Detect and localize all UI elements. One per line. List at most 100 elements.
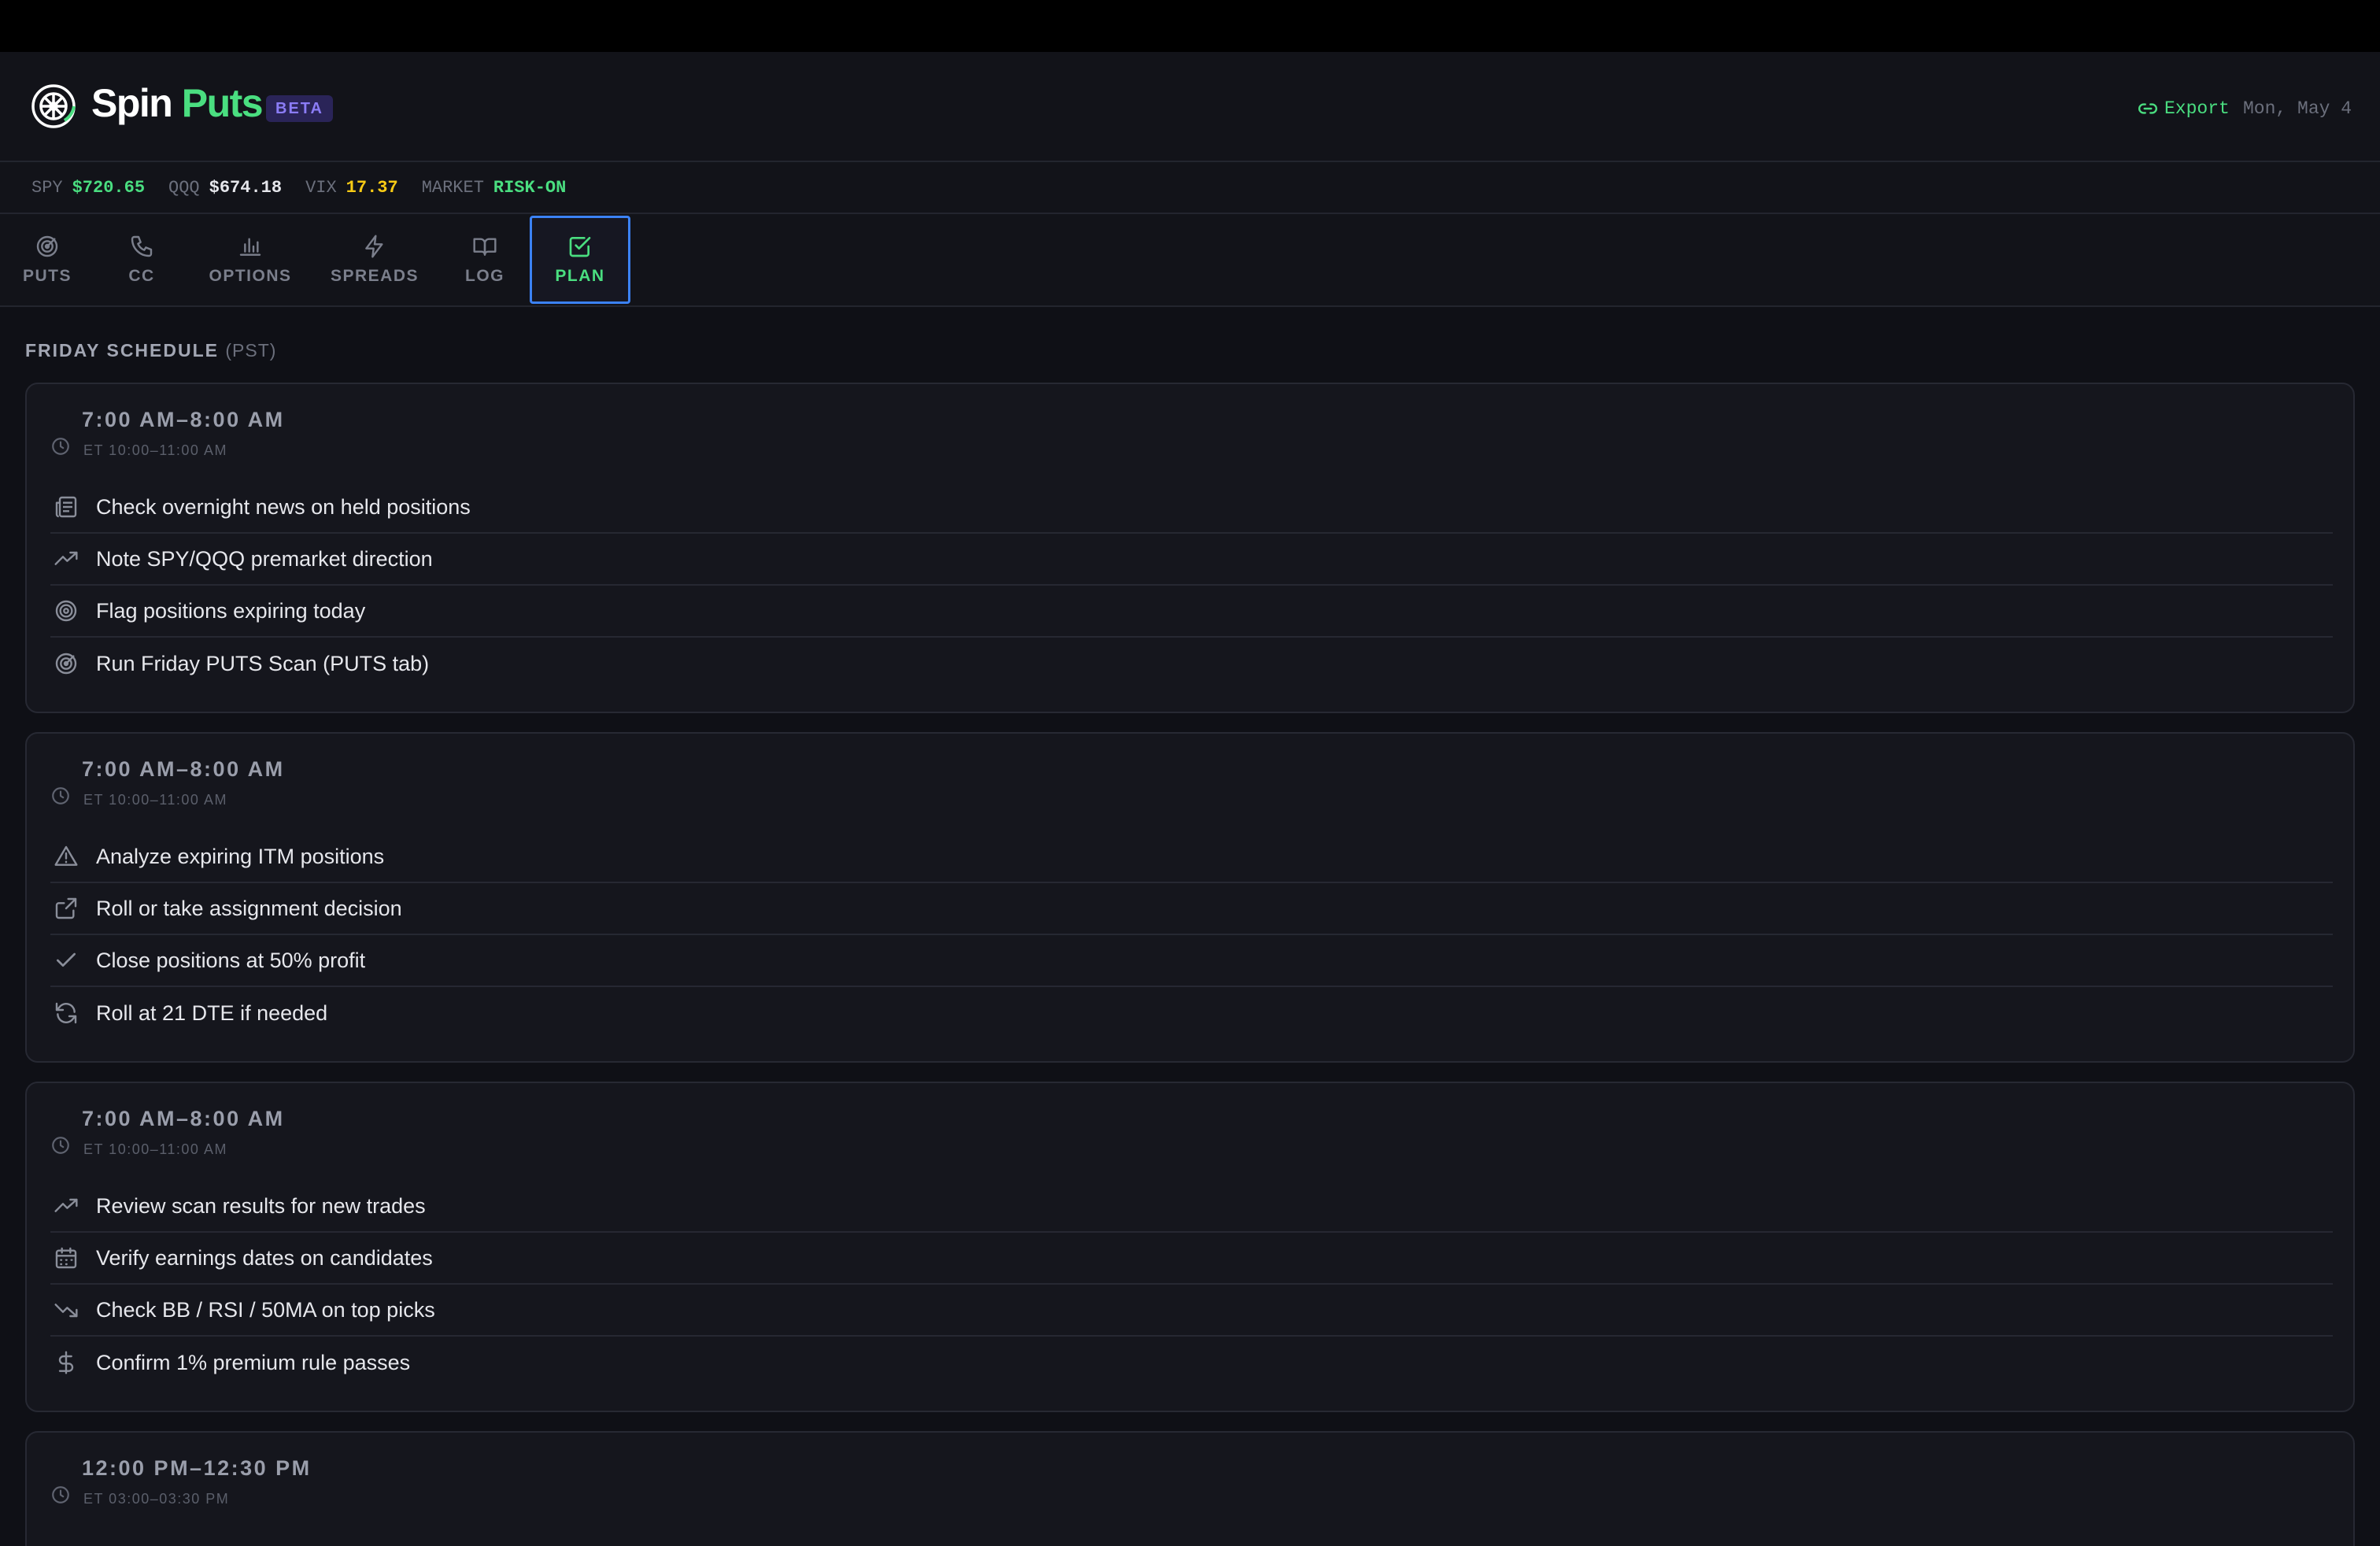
ticker-market: MARKET RISK-ON [422, 178, 567, 198]
tab-cc[interactable]: CC [94, 216, 189, 304]
tab-log[interactable]: LOG [438, 216, 532, 304]
lightning-icon [365, 235, 383, 258]
task-item[interactable]: Analyze expiring ITM positions [50, 831, 2333, 883]
schedule-et-time: ET 03:00–03:30 PM [83, 1491, 230, 1507]
task-text: Note SPY/QQQ premarket direction [96, 546, 433, 571]
tab-label: LOG [465, 267, 504, 285]
link-icon [2138, 103, 2157, 114]
schedule-block: 12:00 PM–12:30 PM ET 03:00–03:30 PM [25, 1431, 2355, 1546]
bar-chart-icon [239, 238, 261, 256]
task-item[interactable]: Check BB / RSI / 50MA on top picks [50, 1285, 2333, 1337]
beta-badge: BETA [266, 95, 333, 122]
task-item[interactable]: Confirm 1% premium rule passes [50, 1337, 2333, 1389]
book-icon [473, 238, 497, 256]
ticker-value: 17.37 [346, 177, 398, 198]
tab-puts[interactable]: PUTS [0, 216, 94, 304]
ticker-label: SPY [31, 177, 63, 198]
current-date: Mon, May 4 [2243, 98, 2352, 119]
tab-label: CC [128, 267, 155, 285]
export-label: Export [2164, 98, 2230, 119]
schedule-time: 7:00 AM–8:00 AM [82, 408, 285, 431]
tab-label: OPTIONS [209, 267, 292, 285]
schedule-block: 7:00 AM–8:00 AM ET 10:00–11:00 AM Review… [25, 1082, 2355, 1412]
schedule-time: 12:00 PM–12:30 PM [82, 1456, 312, 1480]
task-item[interactable]: Roll at 21 DTE if needed [50, 987, 2333, 1039]
dollar-icon [58, 1351, 74, 1374]
schedule-et-time: ET 10:00–11:00 AM [83, 792, 227, 808]
app-title-puts: Puts [181, 81, 264, 125]
trending-up-icon [54, 551, 78, 565]
tab-label: PLAN [555, 267, 605, 285]
trending-down-icon [54, 1304, 78, 1318]
newspaper-icon [55, 496, 77, 518]
app-title: Spin Puts [91, 80, 264, 126]
ticker-label: VIX [305, 177, 337, 198]
task-item[interactable]: Verify earnings dates on candidates [50, 1233, 2333, 1285]
check-square-icon [569, 237, 591, 257]
export-button[interactable]: Export [2138, 93, 2230, 124]
task-item[interactable]: Roll or take assignment decision [50, 883, 2333, 935]
task-text: Roll at 21 DTE if needed [96, 1000, 328, 1025]
task-text: Check BB / RSI / 50MA on top picks [96, 1297, 435, 1322]
section-title: FRIDAY SCHEDULE (PST) [25, 340, 276, 361]
task-item[interactable]: Review scan results for new trades [50, 1181, 2333, 1233]
schedule-et-time: ET 10:00–11:00 AM [83, 442, 227, 458]
schedule-time: 7:00 AM–8:00 AM [82, 1107, 285, 1130]
task-list: Check overnight news on held positions N… [50, 482, 2333, 690]
tab-bar: PUTS CC OPTIONS SPREADS LOG PLAN [0, 214, 2380, 307]
task-item[interactable]: Run Friday PUTS Scan (PUTS tab) [50, 638, 2333, 690]
task-list: Review scan results for new trades Verif… [50, 1181, 2333, 1389]
schedule-et-time: ET 10:00–11:00 AM [83, 1141, 227, 1157]
task-item[interactable]: Close positions at 50% profit [50, 935, 2333, 987]
ticker-spy: SPY $720.65 [31, 178, 145, 198]
ticker-value: $674.18 [209, 177, 283, 198]
logo-icon [31, 84, 76, 128]
share-icon [55, 897, 77, 919]
task-item[interactable]: Note SPY/QQQ premarket direction [50, 534, 2333, 586]
app-title-spin: Spin [91, 81, 173, 125]
task-text: Confirm 1% premium rule passes [96, 1350, 411, 1374]
ticker-value: $720.65 [72, 177, 146, 198]
tab-options[interactable]: OPTIONS [197, 216, 304, 304]
task-list: Analyze expiring ITM positions Roll or t… [50, 831, 2333, 1039]
section-title-text: FRIDAY SCHEDULE [25, 340, 219, 361]
task-item[interactable]: Check overnight news on held positions [50, 482, 2333, 534]
task-text: Roll or take assignment decision [96, 896, 402, 920]
ticker-value: RISK-ON [493, 177, 567, 198]
clock-icon [52, 787, 69, 804]
task-text: Analyze expiring ITM positions [96, 844, 385, 868]
tab-plan[interactable]: PLAN [530, 216, 630, 304]
schedule-block: 7:00 AM–8:00 AM ET 10:00–11:00 AM Check … [25, 383, 2355, 713]
task-text: Flag positions expiring today [96, 598, 366, 623]
clock-icon [52, 438, 69, 455]
market-ticker: SPY $720.65 QQQ $674.18 VIX 17.37 MARKET… [0, 162, 2380, 214]
task-text: Review scan results for new trades [96, 1193, 426, 1218]
radar-icon [36, 235, 58, 257]
refresh-icon [55, 1002, 77, 1024]
ticker-label: QQQ [168, 177, 200, 198]
clock-icon [52, 1486, 69, 1503]
task-text: Verify earnings dates on candidates [96, 1245, 433, 1270]
task-item[interactable]: Flag positions expiring today [50, 586, 2333, 638]
task-text: Check overnight news on held positions [96, 494, 471, 519]
schedule-time: 7:00 AM–8:00 AM [82, 757, 285, 781]
check-icon [57, 952, 76, 967]
trending-up-icon [54, 1198, 78, 1212]
section-timezone: (PST) [225, 340, 277, 361]
tab-spreads[interactable]: SPREADS [320, 216, 430, 304]
phone-icon [131, 235, 153, 257]
ticker-vix: VIX 17.37 [305, 178, 398, 198]
schedule-block: 7:00 AM–8:00 AM ET 10:00–11:00 AM Analyz… [25, 732, 2355, 1063]
tab-label: PUTS [22, 267, 72, 285]
warning-icon [54, 845, 78, 866]
calendar-icon [55, 1247, 77, 1269]
system-top-bar [0, 0, 2380, 52]
task-text: Close positions at 50% profit [96, 948, 366, 972]
app-header: Spin Puts BETA Export Mon, May 4 [0, 52, 2380, 162]
target-icon [55, 600, 77, 622]
radar-icon [55, 653, 77, 675]
ticker-label: MARKET [421, 177, 484, 198]
task-text: Run Friday PUTS Scan (PUTS tab) [96, 651, 430, 675]
ticker-qqq: QQQ $674.18 [168, 178, 282, 198]
clock-icon [52, 1137, 69, 1154]
